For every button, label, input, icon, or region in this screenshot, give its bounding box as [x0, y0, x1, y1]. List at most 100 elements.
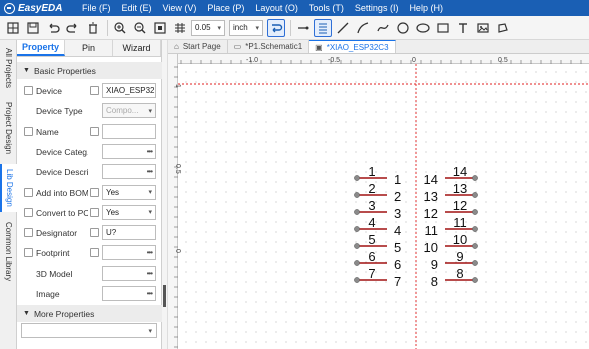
circle-icon[interactable]: [394, 19, 412, 37]
wire-mode-icon[interactable]: [267, 18, 285, 37]
pin-endpoint[interactable]: [354, 226, 360, 232]
pin-name-label[interactable]: 10: [453, 232, 467, 247]
pin-name-label[interactable]: 3: [368, 198, 375, 213]
pin-name-label[interactable]: 4: [368, 215, 375, 230]
pin-number-label[interactable]: 12: [424, 206, 438, 221]
tab-start-page[interactable]: ⌂ Start Page: [168, 40, 228, 53]
pin-endpoint[interactable]: [472, 209, 478, 215]
image-icon[interactable]: [474, 19, 492, 37]
pin-endpoint[interactable]: [472, 277, 478, 283]
pin-name-label[interactable]: 7: [368, 266, 375, 281]
menu-place[interactable]: Place (P): [207, 3, 244, 13]
save-icon[interactable]: [24, 19, 42, 37]
menu-layout[interactable]: Layout (O): [255, 3, 298, 13]
display-checkbox[interactable]: [90, 207, 99, 217]
pin-endpoint[interactable]: [354, 277, 360, 283]
pin-endpoint[interactable]: [472, 243, 478, 249]
pin-endpoint[interactable]: [354, 260, 360, 266]
visibility-checkbox[interactable]: [24, 248, 33, 258]
more-properties-header[interactable]: ▼ More Properties: [17, 305, 162, 322]
pin-endpoint[interactable]: [472, 192, 478, 198]
pin-number-label[interactable]: 13: [424, 189, 438, 204]
pin-number-label[interactable]: 6: [394, 257, 401, 272]
pin-number-label[interactable]: 10: [424, 240, 438, 255]
pin-number-label[interactable]: 7: [394, 274, 401, 289]
pin-endpoint[interactable]: [354, 175, 360, 181]
pin-endpoint[interactable]: [472, 175, 478, 181]
pin-name-label[interactable]: 12: [453, 198, 467, 213]
unit-select[interactable]: inch ▾: [229, 19, 263, 36]
zoom-out-icon[interactable]: [131, 19, 149, 37]
property-value[interactable]: Compo... ▾: [102, 103, 156, 119]
property-value[interactable]: [102, 123, 156, 139]
pin-number-label[interactable]: 14: [424, 172, 438, 187]
tab-schematic[interactable]: ▭ *P1.Schematic1: [228, 40, 310, 53]
side-tab-lib-design[interactable]: Lib Design: [0, 164, 17, 212]
pin-array-icon[interactable]: [314, 18, 332, 37]
display-checkbox[interactable]: [90, 248, 99, 258]
tab-property[interactable]: Property: [17, 40, 65, 56]
pin-name-label[interactable]: 6: [368, 249, 375, 264]
pin-name-label[interactable]: 8: [456, 266, 463, 281]
project-icon[interactable]: [4, 19, 22, 37]
snap-icon[interactable]: [171, 19, 189, 37]
property-value[interactable]: •••: [102, 143, 156, 159]
visibility-checkbox[interactable]: [24, 207, 33, 217]
property-value[interactable]: U?: [102, 225, 156, 241]
pin-endpoint[interactable]: [472, 226, 478, 232]
pin-number-label[interactable]: 5: [394, 240, 401, 255]
pin-number-label[interactable]: 2: [394, 189, 401, 204]
pin-icon[interactable]: [294, 19, 312, 37]
basic-properties-header[interactable]: ▼ Basic Properties: [17, 62, 162, 79]
pin-name-label[interactable]: 13: [453, 181, 467, 196]
menu-file[interactable]: File (F): [82, 3, 111, 13]
pin-name-label[interactable]: 11: [453, 215, 467, 230]
bezier-icon[interactable]: [374, 19, 392, 37]
splitter-grip[interactable]: [163, 285, 166, 307]
text-icon[interactable]: [454, 19, 472, 37]
pin-number-label[interactable]: 11: [425, 223, 439, 238]
pin-name-label[interactable]: 14: [453, 164, 467, 179]
menu-edit[interactable]: Edit (E): [122, 3, 152, 13]
pin-name-label[interactable]: 5: [368, 232, 375, 247]
tab-wizard[interactable]: Wizard: [113, 40, 161, 56]
display-checkbox[interactable]: [90, 126, 99, 136]
redo-icon[interactable]: [64, 19, 82, 37]
visibility-checkbox[interactable]: [24, 126, 33, 136]
visibility-checkbox[interactable]: [24, 86, 33, 95]
ellipse-icon[interactable]: [414, 19, 432, 37]
fit-view-icon[interactable]: [151, 19, 169, 37]
grid-size-select[interactable]: 0.05 ▾: [191, 19, 225, 36]
menu-settings[interactable]: Settings (I): [355, 3, 399, 13]
property-value[interactable]: •••: [102, 286, 156, 301]
side-tab-all-projects[interactable]: All Projects: [0, 44, 17, 92]
zoom-in-icon[interactable]: [111, 19, 129, 37]
property-value[interactable]: •••: [102, 164, 156, 180]
pin-endpoint[interactable]: [354, 209, 360, 215]
display-checkbox[interactable]: [90, 228, 99, 238]
delete-icon[interactable]: [84, 19, 102, 37]
rectangle-icon[interactable]: [434, 19, 452, 37]
property-value[interactable]: XIAO_ESP32: [102, 83, 156, 98]
pin-endpoint[interactable]: [472, 260, 478, 266]
visibility-checkbox[interactable]: [24, 187, 33, 197]
pin-number-label[interactable]: 3: [394, 206, 401, 221]
side-tab-project-design[interactable]: Project Design: [0, 98, 17, 158]
pin-number-label[interactable]: 9: [431, 257, 438, 272]
symbol-canvas[interactable]: -1.0 -0.5 0 0.5 1 0.5 0 1 1 2 2 3 3 4 4 5 5 6 6 7 7 14 14 13 13…: [168, 54, 589, 349]
pin-number-label[interactable]: 1: [394, 172, 401, 187]
menu-help[interactable]: Help (H): [409, 3, 443, 13]
undo-icon[interactable]: [44, 19, 62, 37]
side-tab-common-library[interactable]: Common Library: [0, 218, 17, 286]
property-value[interactable]: Yes ▾: [102, 204, 156, 220]
pin-name-label[interactable]: 1: [368, 164, 375, 179]
display-checkbox[interactable]: [90, 187, 99, 197]
line-icon[interactable]: [334, 19, 352, 37]
visibility-checkbox[interactable]: [24, 228, 33, 238]
property-value[interactable]: •••: [102, 245, 156, 261]
polygon-icon[interactable]: [494, 19, 512, 37]
pin-number-label[interactable]: 4: [394, 223, 401, 238]
pin-name-label[interactable]: 9: [456, 249, 463, 264]
symbol-pins[interactable]: 11223344556677141413131212111110109988: [168, 54, 589, 349]
pin-endpoint[interactable]: [354, 192, 360, 198]
